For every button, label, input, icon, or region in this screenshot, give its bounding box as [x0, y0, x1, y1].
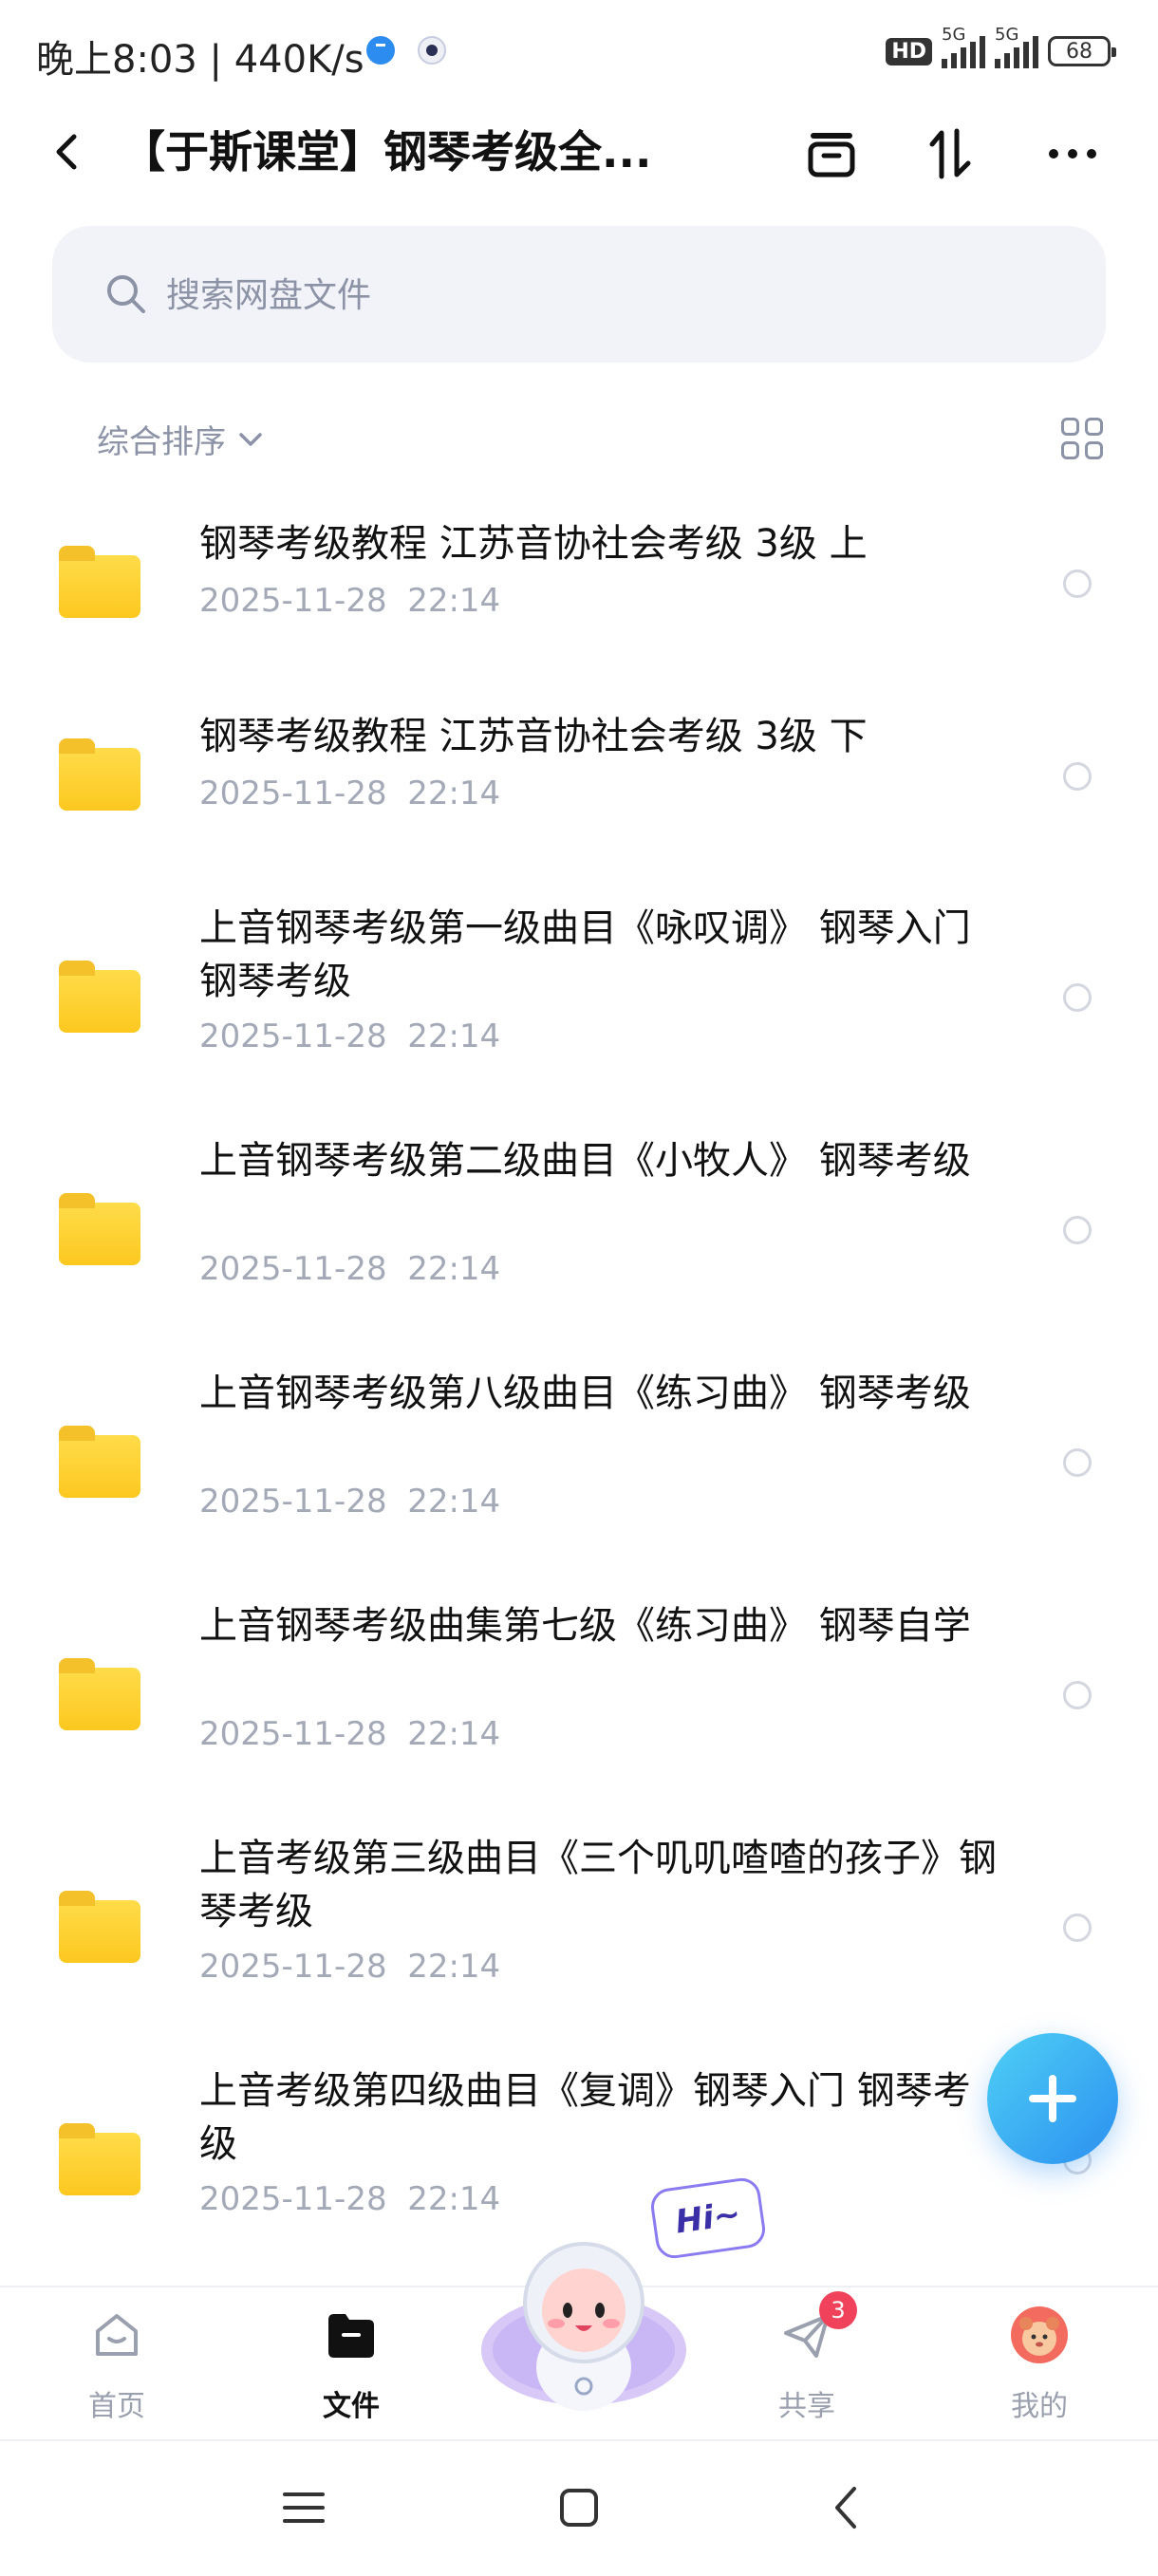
- back-triangle-icon[interactable]: [818, 2479, 875, 2536]
- status-indicators: HD 5G 5G 68: [886, 25, 1116, 72]
- file-name: 上音钢琴考级第一级曲目《咏叹调》 钢琴入门 钢琴考级: [199, 906, 971, 1003]
- file-row[interactable]: 上音钢琴考级第二级曲目《小牧人》 钢琴考级 2025-11-28 22:14: [0, 1134, 1158, 1343]
- file-name: 上音考级第四级曲目《复调》钢琴入门 钢琴考级: [199, 2069, 971, 2166]
- file-row[interactable]: 钢琴考级教程 江苏音协社会考级 3级 上 2025-11-28 22:14: [0, 517, 1158, 688]
- avatar: [1011, 2306, 1068, 2363]
- home-square-icon[interactable]: [551, 2479, 607, 2536]
- system-nav-bar: [0, 2439, 1158, 2576]
- status-bar: 晚上8:03 | 440K/s HD 5G 5G 68: [0, 0, 1158, 104]
- status-time: 晚上8:03 | 440K/s: [36, 38, 364, 82]
- search-bar[interactable]: [52, 226, 1106, 363]
- add-button[interactable]: [987, 2033, 1118, 2164]
- file-date: 2025-11-28 22:14: [199, 1017, 501, 1055]
- more-button[interactable]: [1042, 123, 1103, 184]
- file-date: 2025-11-28 22:14: [199, 1250, 501, 1288]
- search-icon: [107, 275, 145, 313]
- sort-row: 综合排序: [0, 408, 1158, 469]
- chevron-down-icon: [239, 432, 262, 446]
- nav-item-home[interactable]: 首页: [46, 2287, 188, 2439]
- file-name: 上音考级第三级曲目《三个叽叽喳喳的孩子》钢琴考级: [199, 1837, 997, 1933]
- nav-label-home: 首页: [88, 2390, 145, 2423]
- nav-item-share[interactable]: 3 共享: [736, 2287, 878, 2439]
- share-badge: 3: [819, 2291, 857, 2329]
- chevron-left-icon: [56, 134, 77, 170]
- sort-label: 综合排序: [97, 423, 226, 461]
- file-name: 上音钢琴考级曲集第七级《练习曲》 钢琴自学: [199, 1604, 971, 1648]
- sort-arrows-icon: [929, 128, 971, 179]
- folder-icon: [59, 2123, 140, 2195]
- folder-icon: [59, 1658, 140, 1730]
- select-radio[interactable]: [1063, 1913, 1092, 1942]
- folder-icon: [59, 1891, 140, 1963]
- sort-dropdown[interactable]: 综合排序: [97, 416, 266, 462]
- signal-icon-1: 5G: [942, 25, 985, 68]
- file-date: 2025-11-28 22:14: [199, 2180, 501, 2218]
- home-icon: [96, 2314, 138, 2356]
- hd-badge: HD: [886, 37, 932, 65]
- archive-button[interactable]: [801, 123, 862, 184]
- archive-icon: [808, 133, 855, 177]
- select-radio[interactable]: [1063, 983, 1092, 1012]
- upload-status-icon: [366, 36, 395, 65]
- file-name: 上音钢琴考级第二级曲目《小牧人》 钢琴考级: [199, 1139, 971, 1183]
- select-radio[interactable]: [1063, 569, 1092, 598]
- file-row[interactable]: 上音钢琴考级第一级曲目《咏叹调》 钢琴入门 钢琴考级 2025-11-28 22…: [0, 902, 1158, 1111]
- select-radio[interactable]: [1063, 1216, 1092, 1244]
- file-row[interactable]: 上音钢琴考级曲集第七级《练习曲》 钢琴自学 2025-11-28 22:14: [0, 1599, 1158, 1808]
- file-name: 钢琴考级教程 江苏音协社会考级 3级 下: [199, 715, 868, 758]
- nav-item-mine[interactable]: 我的: [968, 2287, 1111, 2439]
- battery-icon: 68: [1048, 36, 1116, 66]
- folder-icon: [59, 738, 140, 811]
- nav-label-files: 文件: [323, 2390, 380, 2423]
- file-row[interactable]: 上音考级第三级曲目《三个叽叽喳喳的孩子》钢琴考级 2025-11-28 22:1…: [0, 1832, 1158, 2041]
- select-radio[interactable]: [1063, 762, 1092, 791]
- signal-icon-2: 5G: [995, 25, 1038, 68]
- file-date: 2025-11-28 22:14: [199, 582, 501, 620]
- sort-order-button[interactable]: [921, 123, 981, 184]
- folder-icon: [59, 546, 140, 618]
- select-radio[interactable]: [1063, 1681, 1092, 1709]
- folder-icon: [59, 1426, 140, 1498]
- header: 【于斯课堂】钢琴考级全...: [0, 104, 1158, 199]
- file-row[interactable]: 钢琴考级教程 江苏音协社会考级 3级 下 2025-11-28 22:14: [0, 710, 1158, 881]
- nav-item-files[interactable]: 文件: [280, 2287, 422, 2439]
- more-dots-icon: [1049, 149, 1096, 159]
- folder-icon: [59, 1193, 140, 1265]
- folder-icon: [59, 961, 140, 1033]
- page-title: 【于斯课堂】钢琴考级全...: [121, 126, 652, 177]
- file-date: 2025-11-28 22:14: [199, 1948, 501, 1986]
- file-row[interactable]: 上音钢琴考级第八级曲目《练习曲》 钢琴考级 2025-11-28 22:14: [0, 1367, 1158, 1576]
- select-radio[interactable]: [1063, 1448, 1092, 1477]
- file-name: 钢琴考级教程 江苏音协社会考级 3级 上: [199, 522, 868, 566]
- menu-icon[interactable]: [275, 2479, 332, 2536]
- app-notification-icon: [418, 36, 446, 65]
- grid-view-icon[interactable]: [1061, 418, 1103, 459]
- file-name: 上音钢琴考级第八级曲目《练习曲》 钢琴考级: [199, 1372, 971, 1415]
- nav-label-mine: 我的: [1011, 2390, 1068, 2423]
- file-date: 2025-11-28 22:14: [199, 1483, 501, 1521]
- search-input[interactable]: [164, 264, 1022, 327]
- file-date: 2025-11-28 22:14: [199, 1715, 501, 1753]
- nav-label-share: 共享: [778, 2390, 835, 2423]
- file-date: 2025-11-28 22:14: [199, 775, 501, 812]
- folder-nav-icon: [328, 2314, 374, 2358]
- back-button[interactable]: [44, 129, 89, 175]
